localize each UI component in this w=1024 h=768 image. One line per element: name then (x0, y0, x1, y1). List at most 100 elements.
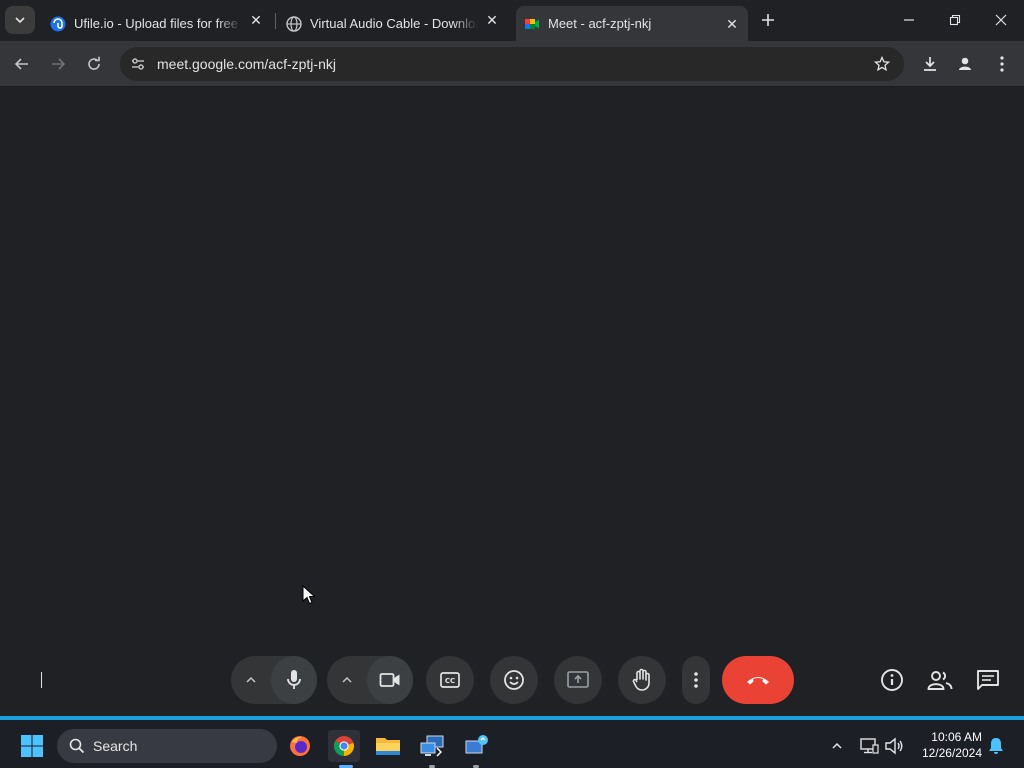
camera-options-button[interactable] (327, 656, 367, 704)
emoji-icon (504, 670, 524, 690)
bell-icon (989, 738, 1003, 754)
tab-title: Virtual Audio Cable - Download (310, 16, 478, 31)
clock-date: 12/26/2024 (921, 746, 982, 760)
windows-logo-icon (21, 735, 43, 757)
arrow-right-icon (52, 58, 66, 70)
folder-icon (376, 738, 400, 755)
notifications-button[interactable] (984, 730, 1008, 762)
site-info-button[interactable] (128, 54, 148, 74)
svg-text:CC: CC (445, 677, 455, 685)
back-button[interactable] (8, 50, 36, 78)
windows-taskbar: Search 10:06 AM 12/26/2024 (0, 716, 1024, 768)
tab-title: Meet - acf-zptj-nkj (548, 16, 652, 31)
mouse-cursor-icon (302, 585, 316, 605)
network-button[interactable] (855, 730, 883, 762)
hand-icon (632, 668, 650, 691)
end-call-button[interactable] (722, 656, 794, 704)
remote-desktop-icon (420, 735, 444, 757)
mic-options-button[interactable] (231, 656, 271, 704)
new-tab-button[interactable] (756, 8, 780, 32)
chat-button[interactable] (968, 656, 1008, 704)
microphone-button[interactable] (271, 656, 317, 704)
minimize-icon (904, 19, 914, 21)
chrome-icon (334, 736, 354, 756)
download-icon (924, 57, 936, 71)
system-clock[interactable]: 10:06 AM 12/26/2024 (922, 729, 982, 761)
file-explorer-taskbar-button[interactable] (372, 730, 404, 762)
arrow-left-icon (14, 58, 28, 70)
close-icon[interactable]: ✕ (248, 12, 264, 28)
ufile-icon (50, 16, 66, 31)
profile-button[interactable] (951, 50, 979, 78)
firefox-taskbar-button[interactable] (284, 730, 316, 762)
tab-separator (275, 13, 276, 29)
microphone-icon (287, 670, 301, 689)
tab-strip: Ufile.io - Upload files for free & ✕ Vir… (0, 0, 1024, 41)
downloads-button[interactable] (916, 50, 944, 78)
video-camera-icon (379, 673, 400, 687)
remote-desktop-taskbar-button[interactable] (416, 730, 448, 762)
chevron-up-icon (342, 676, 352, 683)
present-screen-icon (567, 671, 589, 688)
close-window-button[interactable] (978, 0, 1024, 40)
start-button[interactable] (16, 730, 48, 762)
network-app-icon (465, 735, 488, 754)
browser-toolbar: meet.google.com/acf-zptj-nkj (0, 41, 1024, 87)
info-icon (881, 669, 903, 691)
camera-control-group (327, 656, 413, 704)
restore-icon (949, 14, 961, 26)
tab-title: Ufile.io - Upload files for free & (74, 16, 242, 31)
chevron-up-icon (832, 742, 842, 749)
captions-button[interactable]: CC (426, 656, 474, 704)
meeting-info-button[interactable] (872, 656, 912, 704)
reload-icon (88, 56, 100, 70)
person-icon (959, 57, 971, 70)
restore-button[interactable] (932, 0, 978, 40)
url-text[interactable]: meet.google.com/acf-zptj-nkj (157, 56, 336, 72)
search-icon (69, 738, 85, 754)
globe-icon (286, 15, 302, 32)
meet-video-area (0, 88, 1024, 716)
people-button[interactable] (920, 656, 960, 704)
forward-button[interactable] (44, 50, 72, 78)
tab-ufile[interactable]: Ufile.io - Upload files for free & ✕ (44, 6, 272, 41)
present-screen-button[interactable] (554, 656, 602, 704)
close-icon (995, 14, 1007, 26)
network-icon (860, 738, 879, 754)
raise-hand-button[interactable] (618, 656, 666, 704)
chrome-taskbar-button[interactable] (328, 730, 360, 762)
more-options-button[interactable] (682, 656, 710, 704)
camera-button[interactable] (367, 656, 413, 704)
tab-meet[interactable]: Meet - acf-zptj-nkj ✕ (516, 6, 748, 41)
text-caret (41, 672, 42, 688)
bookmark-star-button[interactable] (872, 54, 892, 74)
people-icon (927, 671, 953, 690)
mic-control-group (231, 656, 317, 704)
chevron-down-icon (15, 17, 25, 24)
address-bar[interactable]: meet.google.com/acf-zptj-nkj (120, 47, 904, 81)
more-vert-icon (1000, 56, 1004, 72)
close-icon[interactable]: ✕ (484, 12, 500, 28)
clock-time: 10:06 AM (931, 730, 982, 744)
chevron-up-icon (246, 676, 256, 683)
more-vert-icon (694, 672, 698, 688)
menu-button[interactable] (988, 50, 1016, 78)
meet-icon (525, 18, 539, 29)
plus-icon (762, 14, 774, 26)
reload-button[interactable] (80, 50, 108, 78)
phone-hangup-icon (747, 677, 769, 685)
tune-icon (132, 58, 144, 70)
show-hidden-icons-button[interactable] (822, 730, 852, 762)
tab-virtual-audio-cable[interactable]: Virtual Audio Cable - Download ✕ (280, 6, 508, 41)
firefox-icon (290, 736, 310, 756)
emoji-reactions-button[interactable] (490, 656, 538, 704)
search-label: Search (93, 738, 138, 754)
minimize-button[interactable] (886, 0, 932, 40)
app-taskbar-button[interactable] (460, 730, 492, 762)
volume-button[interactable] (880, 730, 908, 762)
taskbar-search-box[interactable]: Search (57, 729, 277, 763)
close-icon[interactable]: ✕ (724, 16, 740, 32)
tab-search-button[interactable] (5, 6, 35, 34)
speaker-icon (885, 737, 903, 755)
closed-captions-icon: CC (440, 672, 460, 688)
